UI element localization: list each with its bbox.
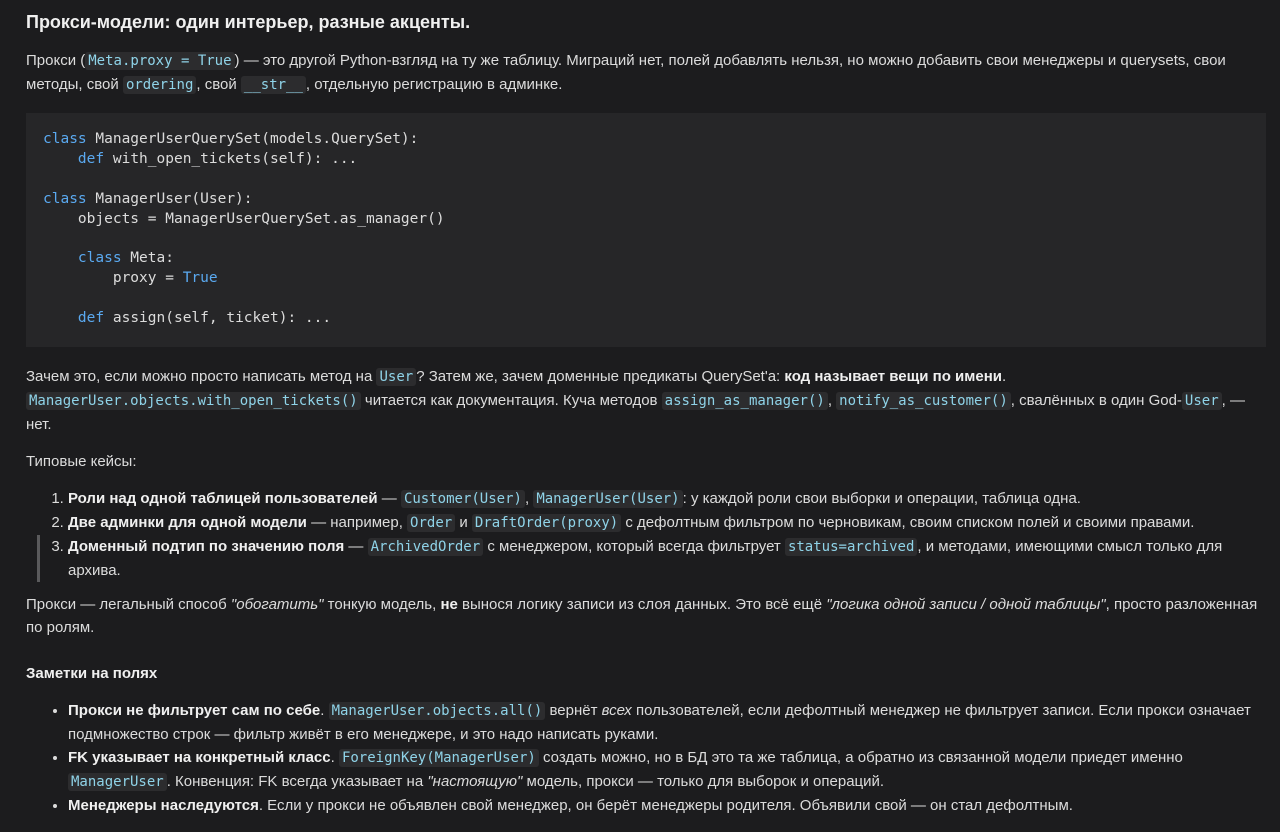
text: .	[330, 749, 339, 766]
bold-text: Прокси не фильтрует сам по себе	[68, 702, 321, 719]
intro-paragraph: Прокси (Meta.proxy = True) — это другой …	[26, 49, 1266, 97]
inline-code: Order	[407, 514, 456, 532]
quote-bar	[37, 535, 40, 582]
list-item: Прокси не фильтрует сам по себе. Manager…	[68, 699, 1266, 746]
document: Прокси-модели: один интерьер, разные акц…	[0, 0, 1280, 817]
text: , свой	[196, 76, 241, 93]
bold-text: FK указывает на конкретный класс	[68, 749, 331, 766]
inline-code: Meta.proxy = True	[85, 52, 235, 70]
text: Прокси — легальный способ	[26, 596, 231, 613]
notes-heading: Заметки на полях	[26, 665, 158, 682]
list-item: Две админки для одной модели — например,…	[68, 511, 1266, 535]
italic-text: "обогатить"	[230, 596, 324, 613]
code-text: with_open_tickets(self): ...	[104, 150, 358, 167]
keyword: True	[182, 270, 218, 287]
inline-code: ManagerUser.objects.all()	[328, 702, 546, 720]
code-text: proxy =	[43, 270, 183, 287]
italic-text: "логика одной записи / одной таблицы"	[826, 596, 1106, 613]
text: . Конвенция: FK всегда указывает на	[166, 773, 428, 790]
keyword: def	[77, 310, 105, 327]
text: и	[455, 514, 472, 531]
text: ? Затем же, зачем доменные предикаты Que…	[416, 368, 785, 385]
text: Прокси (	[26, 52, 86, 69]
bold-text: Две админки для одной модели	[68, 514, 307, 531]
text: с менеджером, который всегда фильтрует	[483, 538, 785, 555]
text: .	[1001, 368, 1007, 385]
text: ,	[827, 392, 837, 409]
inline-code: status=archived	[784, 538, 918, 556]
inline-code: ArchivedOrder	[367, 538, 484, 556]
text: тонкую модель,	[323, 596, 441, 613]
text: — например,	[306, 514, 408, 531]
keyword: def	[77, 150, 105, 167]
text: —	[344, 538, 368, 555]
bold-text: Роли над одной таблицей пользователей	[68, 490, 378, 507]
code-content: class ManagerUserQuerySet(models.QuerySe…	[43, 130, 1266, 329]
text: с дефолтным фильтром по черновикам, свои…	[621, 514, 1195, 531]
inline-code: ForeignKey(ManagerUser)	[338, 749, 539, 767]
text: вернёт	[545, 702, 602, 719]
summary-paragraph: Прокси — легальный способ "обогатить" то…	[26, 593, 1266, 639]
inline-code: __str__	[240, 76, 306, 94]
text: читается как документация. Куча методов	[360, 392, 662, 409]
bold-text: не	[440, 596, 458, 613]
text: , свалённых в один God-	[1010, 392, 1182, 409]
notes-list: Прокси не фильтрует сам по себе. Manager…	[26, 699, 1266, 817]
inline-code: notify_as_customer()	[836, 392, 1011, 410]
bold-text: Менеджеры наследуются	[68, 797, 259, 814]
page-title: Прокси-модели: один интерьер, разные акц…	[26, 12, 471, 32]
code-text: objects = ManagerUserQuerySet.as_manager…	[43, 210, 445, 227]
inline-code: assign_as_manager()	[661, 392, 828, 410]
keyword: class	[43, 131, 87, 147]
text: Зачем это, если можно просто написать ме…	[26, 368, 377, 385]
list-item: Роли над одной таблицей пользователей — …	[68, 487, 1266, 511]
code-text: assign(self, ticket): ...	[104, 310, 332, 327]
text: модель, прокси — только для выборок и оп…	[522, 773, 885, 790]
list-item: Доменный подтип по значению поля — Archi…	[37, 535, 1266, 582]
text: . Если у прокси не объявлен свой менедже…	[258, 797, 1073, 814]
code-block[interactable]: class ManagerUserQuerySet(models.QuerySe…	[26, 113, 1266, 347]
code-text: ManagerUserQuerySet(models.QuerySet):	[86, 131, 419, 147]
text: .	[320, 702, 329, 719]
inline-code: ManagerUser.objects.with_open_tickets()	[26, 392, 361, 410]
keyword: class	[43, 190, 87, 207]
text: : у каждой роли свои выборки и операции,…	[682, 490, 1081, 507]
text: вынося логику записи из слоя данных. Это…	[457, 596, 827, 613]
keyword: class	[77, 250, 122, 267]
text: —	[377, 490, 401, 507]
bold-text: код называет вещи по имени	[784, 368, 1002, 385]
code-text: ManagerUser(User):	[86, 190, 253, 207]
inline-code: Customer(User)	[400, 490, 525, 508]
inline-code: User	[376, 368, 417, 386]
why-paragraph: Зачем это, если можно просто написать ме…	[26, 365, 1266, 436]
cases-list: Роли над одной таблицей пользователей — …	[26, 487, 1266, 582]
italic-text: "настоящую"	[427, 773, 523, 790]
inline-code: ordering	[122, 76, 197, 94]
list-item: FK указывает на конкретный класс. Foreig…	[68, 746, 1266, 794]
text: создать можно, но в БД это та же таблица…	[538, 749, 1183, 766]
code-text: Meta:	[121, 250, 174, 267]
cases-label: Типовые кейсы:	[26, 453, 137, 470]
bold-text: Доменный подтип по значению поля	[68, 538, 345, 555]
inline-code: ManagerUser(User)	[533, 490, 683, 508]
italic-text: всех	[601, 702, 632, 719]
list-item: Менеджеры наследуются. Если у прокси не …	[68, 794, 1266, 817]
inline-code: DraftOrder(proxy)	[471, 514, 622, 532]
inline-code: ManagerUser	[68, 773, 167, 791]
text: , отдельную регистрацию в админке.	[305, 76, 563, 93]
inline-code: User	[1181, 392, 1222, 410]
